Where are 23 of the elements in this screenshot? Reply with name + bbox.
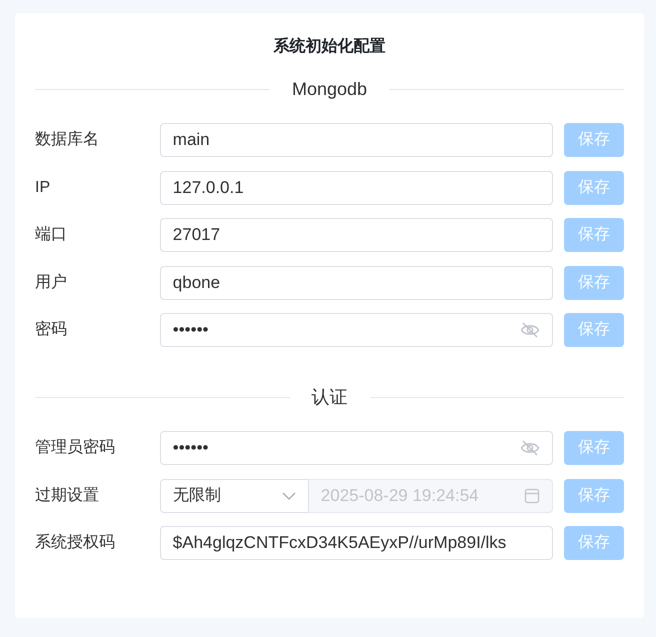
chevron-down-icon (282, 492, 296, 500)
field-label: 密码 (35, 320, 68, 340)
password-field[interactable]: •••••• (160, 431, 554, 465)
input-field[interactable]: $Ah4glqzCNTFcxD34K5AEyxP//urMp89I/lks (160, 526, 554, 560)
eye-off-icon[interactable] (520, 322, 540, 338)
input-field[interactable]: 127.0.0.1 (160, 170, 554, 204)
section-heading: 认证 (310, 386, 348, 409)
input-field[interactable]: qbone (160, 266, 554, 300)
field-label: 端口 (35, 224, 68, 245)
input-field[interactable]: 27017 (160, 218, 554, 252)
field-label: IP (35, 178, 52, 198)
input-field[interactable]: main (160, 123, 554, 157)
field-label: 过期设置 (35, 486, 100, 506)
select-dropdown[interactable]: 无限制 (160, 478, 309, 512)
page-title: 系统初始化配置 (272, 36, 386, 57)
calendar-icon (524, 488, 540, 504)
field-label: 数据库名 (35, 130, 100, 150)
field-label: 管理员密码 (35, 438, 116, 458)
eye-off-icon[interactable] (520, 440, 540, 456)
section-heading: Mongodb (290, 78, 368, 101)
field-label: 系统授权码 (35, 532, 116, 553)
password-field[interactable]: •••••• (160, 313, 554, 347)
field-label: 用户 (35, 272, 68, 292)
